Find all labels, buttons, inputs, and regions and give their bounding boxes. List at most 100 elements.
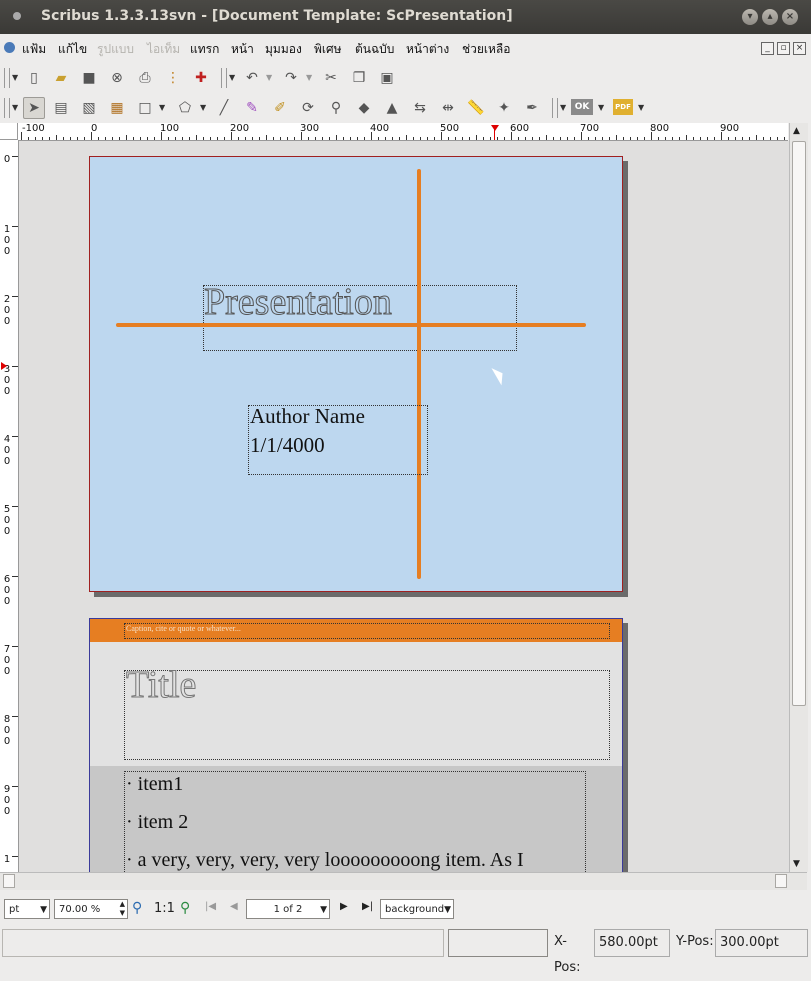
document-canvas[interactable]: Presentation Author Name 1/1/4000 Captio…	[19, 141, 789, 873]
bezier-icon[interactable]: ✎	[241, 97, 263, 119]
menu-windows[interactable]: หน้าต่าง	[406, 40, 449, 59]
first-page-icon[interactable]: |◀	[205, 901, 216, 912]
layer-select[interactable]: background ▼	[380, 899, 454, 919]
close-icon[interactable]: ×	[782, 9, 798, 25]
menu-view[interactable]: มุมมอง	[265, 40, 302, 59]
maximize-icon[interactable]: ▴	[762, 9, 778, 25]
redo-icon[interactable]: ↷	[280, 67, 302, 89]
export-pdf-icon[interactable]: ✚	[190, 67, 212, 89]
slide-title-frame[interactable]: Title	[124, 664, 610, 760]
author-frame[interactable]: Author Name 1/1/4000	[248, 404, 428, 475]
copy-icon[interactable]: ❐	[348, 67, 370, 89]
toolbar-dropdown-icon[interactable]: ▼	[12, 67, 20, 89]
horizontal-scrollbar[interactable]	[0, 872, 807, 890]
mdi-restore-icon[interactable]: ▫	[777, 42, 790, 55]
window-menu-icon[interactable]	[13, 12, 21, 20]
toolbar-dropdown-icon[interactable]: ▼	[560, 97, 568, 119]
select-tool-icon[interactable]: ➤	[23, 97, 45, 119]
close-document-icon[interactable]: ⊗	[106, 67, 128, 89]
mdi-close-icon[interactable]: ×	[793, 42, 806, 55]
undo-dropdown-icon[interactable]: ▼	[266, 67, 274, 89]
horizontal-guide-line[interactable]	[116, 323, 586, 327]
text-frame-icon[interactable]: ▤	[50, 97, 72, 119]
page-select[interactable]: 1 of 2 ▼	[246, 899, 330, 919]
vertical-scroll-thumb[interactable]	[792, 141, 806, 706]
toolbar-dropdown-icon[interactable]: ▼	[229, 67, 237, 89]
cut-icon[interactable]: ✂	[320, 67, 342, 89]
zoom-input[interactable]: 70.00 % ▲ ▼	[54, 899, 128, 919]
menu-style[interactable]: รูปแบบ	[97, 40, 134, 59]
scroll-up-icon[interactable]: ▲	[793, 126, 800, 136]
menu-scrapbook[interactable]: ต้นฉบับ	[355, 40, 394, 59]
vertical-ruler[interactable]: 01002003004005006007008009001	[0, 140, 19, 872]
preflight-icon[interactable]: ⋮	[162, 67, 184, 89]
toolbar-grip[interactable]	[552, 98, 558, 118]
next-page-icon[interactable]: ▶	[340, 901, 348, 912]
polygon-dropdown-icon[interactable]: ▼	[200, 97, 208, 119]
measure-icon[interactable]: 📏	[465, 97, 487, 119]
undo-icon[interactable]: ↶	[241, 67, 263, 89]
menu-help[interactable]: ช่วยเหลือ	[462, 40, 511, 59]
table-icon[interactable]: ▦	[106, 97, 128, 119]
ruler-corner[interactable]	[0, 123, 18, 140]
eyedropper-icon[interactable]: ✒	[521, 97, 543, 119]
pdf-tools-dropdown-icon[interactable]: ▼	[598, 97, 606, 119]
pdf-field-icon[interactable]: PDF	[613, 99, 633, 115]
toolbar-grip[interactable]	[4, 68, 10, 88]
shape-dropdown-icon[interactable]: ▼	[159, 97, 167, 119]
pdf-button-icon[interactable]: OK	[571, 99, 593, 115]
window-titlebar[interactable]: Scribus 1.3.3.13svn - [Document Template…	[0, 0, 811, 34]
zoom-out-icon[interactable]: ⚲	[132, 900, 142, 916]
edit-text-icon[interactable]: ▲	[381, 97, 403, 119]
last-page-icon[interactable]: ▶|	[362, 901, 373, 912]
menu-extras[interactable]: พิเศษ	[314, 40, 342, 59]
vertical-scrollbar[interactable]: ▲ ▼	[789, 123, 808, 872]
zoom-one-button[interactable]: 1:1	[154, 901, 175, 916]
open-folder-icon[interactable]: ▰	[50, 67, 72, 89]
bullet-list-frame[interactable]: · item1 · item 2 · a very, very, very, v…	[124, 771, 586, 873]
polygon-icon[interactable]: ⬠	[174, 97, 196, 119]
freehand-icon[interactable]: ✐	[269, 97, 291, 119]
previous-page-icon[interactable]: ◀	[230, 901, 238, 912]
vertical-guide-line[interactable]	[417, 169, 421, 579]
image-frame-icon[interactable]: ▧	[78, 97, 100, 119]
minimize-icon[interactable]: ▾	[742, 9, 758, 25]
zoom-in-icon[interactable]: ⚲	[180, 900, 190, 916]
zoom-icon[interactable]: ⚲	[325, 97, 347, 119]
caption-frame[interactable]: Caption, cite or quote or whatever...	[124, 623, 610, 639]
toolbar-grip[interactable]	[4, 98, 10, 118]
horizontal-scroll-thumb-left[interactable]	[3, 874, 15, 888]
menu-page[interactable]: หน้า	[231, 40, 254, 59]
copy-properties-icon[interactable]: ✦	[493, 97, 515, 119]
print-icon[interactable]: ⎙	[134, 67, 156, 89]
ruler-tick	[322, 137, 323, 140]
menu-item[interactable]: ไอเท็ม	[147, 40, 180, 59]
ruler-tick	[175, 137, 176, 140]
unit-select[interactable]: pt ▼	[4, 899, 50, 919]
menu-edit[interactable]: แก้ไข	[58, 40, 87, 59]
spinner-icon[interactable]: ▲ ▼	[120, 900, 125, 918]
toolbar-dropdown-icon[interactable]: ▼	[12, 97, 20, 119]
unlink-frames-icon[interactable]: ⇹	[437, 97, 459, 119]
edit-content-icon[interactable]: ◆	[353, 97, 375, 119]
horizontal-ruler[interactable]: -100 0 100 200 300 400 500 600 700 800 9…	[18, 123, 788, 141]
shape-icon[interactable]: □	[134, 97, 156, 119]
toolbar-grip[interactable]	[221, 68, 227, 88]
pdf-field-dropdown-icon[interactable]: ▼	[638, 97, 646, 119]
ruler-tick	[12, 506, 18, 507]
presentation-title-frame[interactable]: Presentation	[203, 281, 517, 351]
rotate-icon[interactable]: ⟳	[297, 97, 319, 119]
paste-icon[interactable]: ▣	[376, 67, 398, 89]
page-1[interactable]: Presentation Author Name 1/1/4000	[89, 156, 623, 592]
save-icon[interactable]: ■	[78, 67, 100, 89]
page-2[interactable]: Caption, cite or quote or whatever... Ti…	[89, 618, 623, 873]
menu-file[interactable]: แฟ้ม	[22, 40, 46, 59]
new-document-icon[interactable]: ▯	[23, 67, 45, 89]
horizontal-scroll-thumb-right[interactable]	[775, 874, 787, 888]
link-frames-icon[interactable]: ⇆	[409, 97, 431, 119]
mdi-minimize-icon[interactable]: _	[761, 42, 774, 55]
redo-dropdown-icon[interactable]: ▼	[306, 67, 314, 89]
line-icon[interactable]: ╱	[213, 97, 235, 119]
menu-insert[interactable]: แทรก	[190, 40, 219, 59]
scroll-down-icon[interactable]: ▼	[793, 859, 800, 869]
